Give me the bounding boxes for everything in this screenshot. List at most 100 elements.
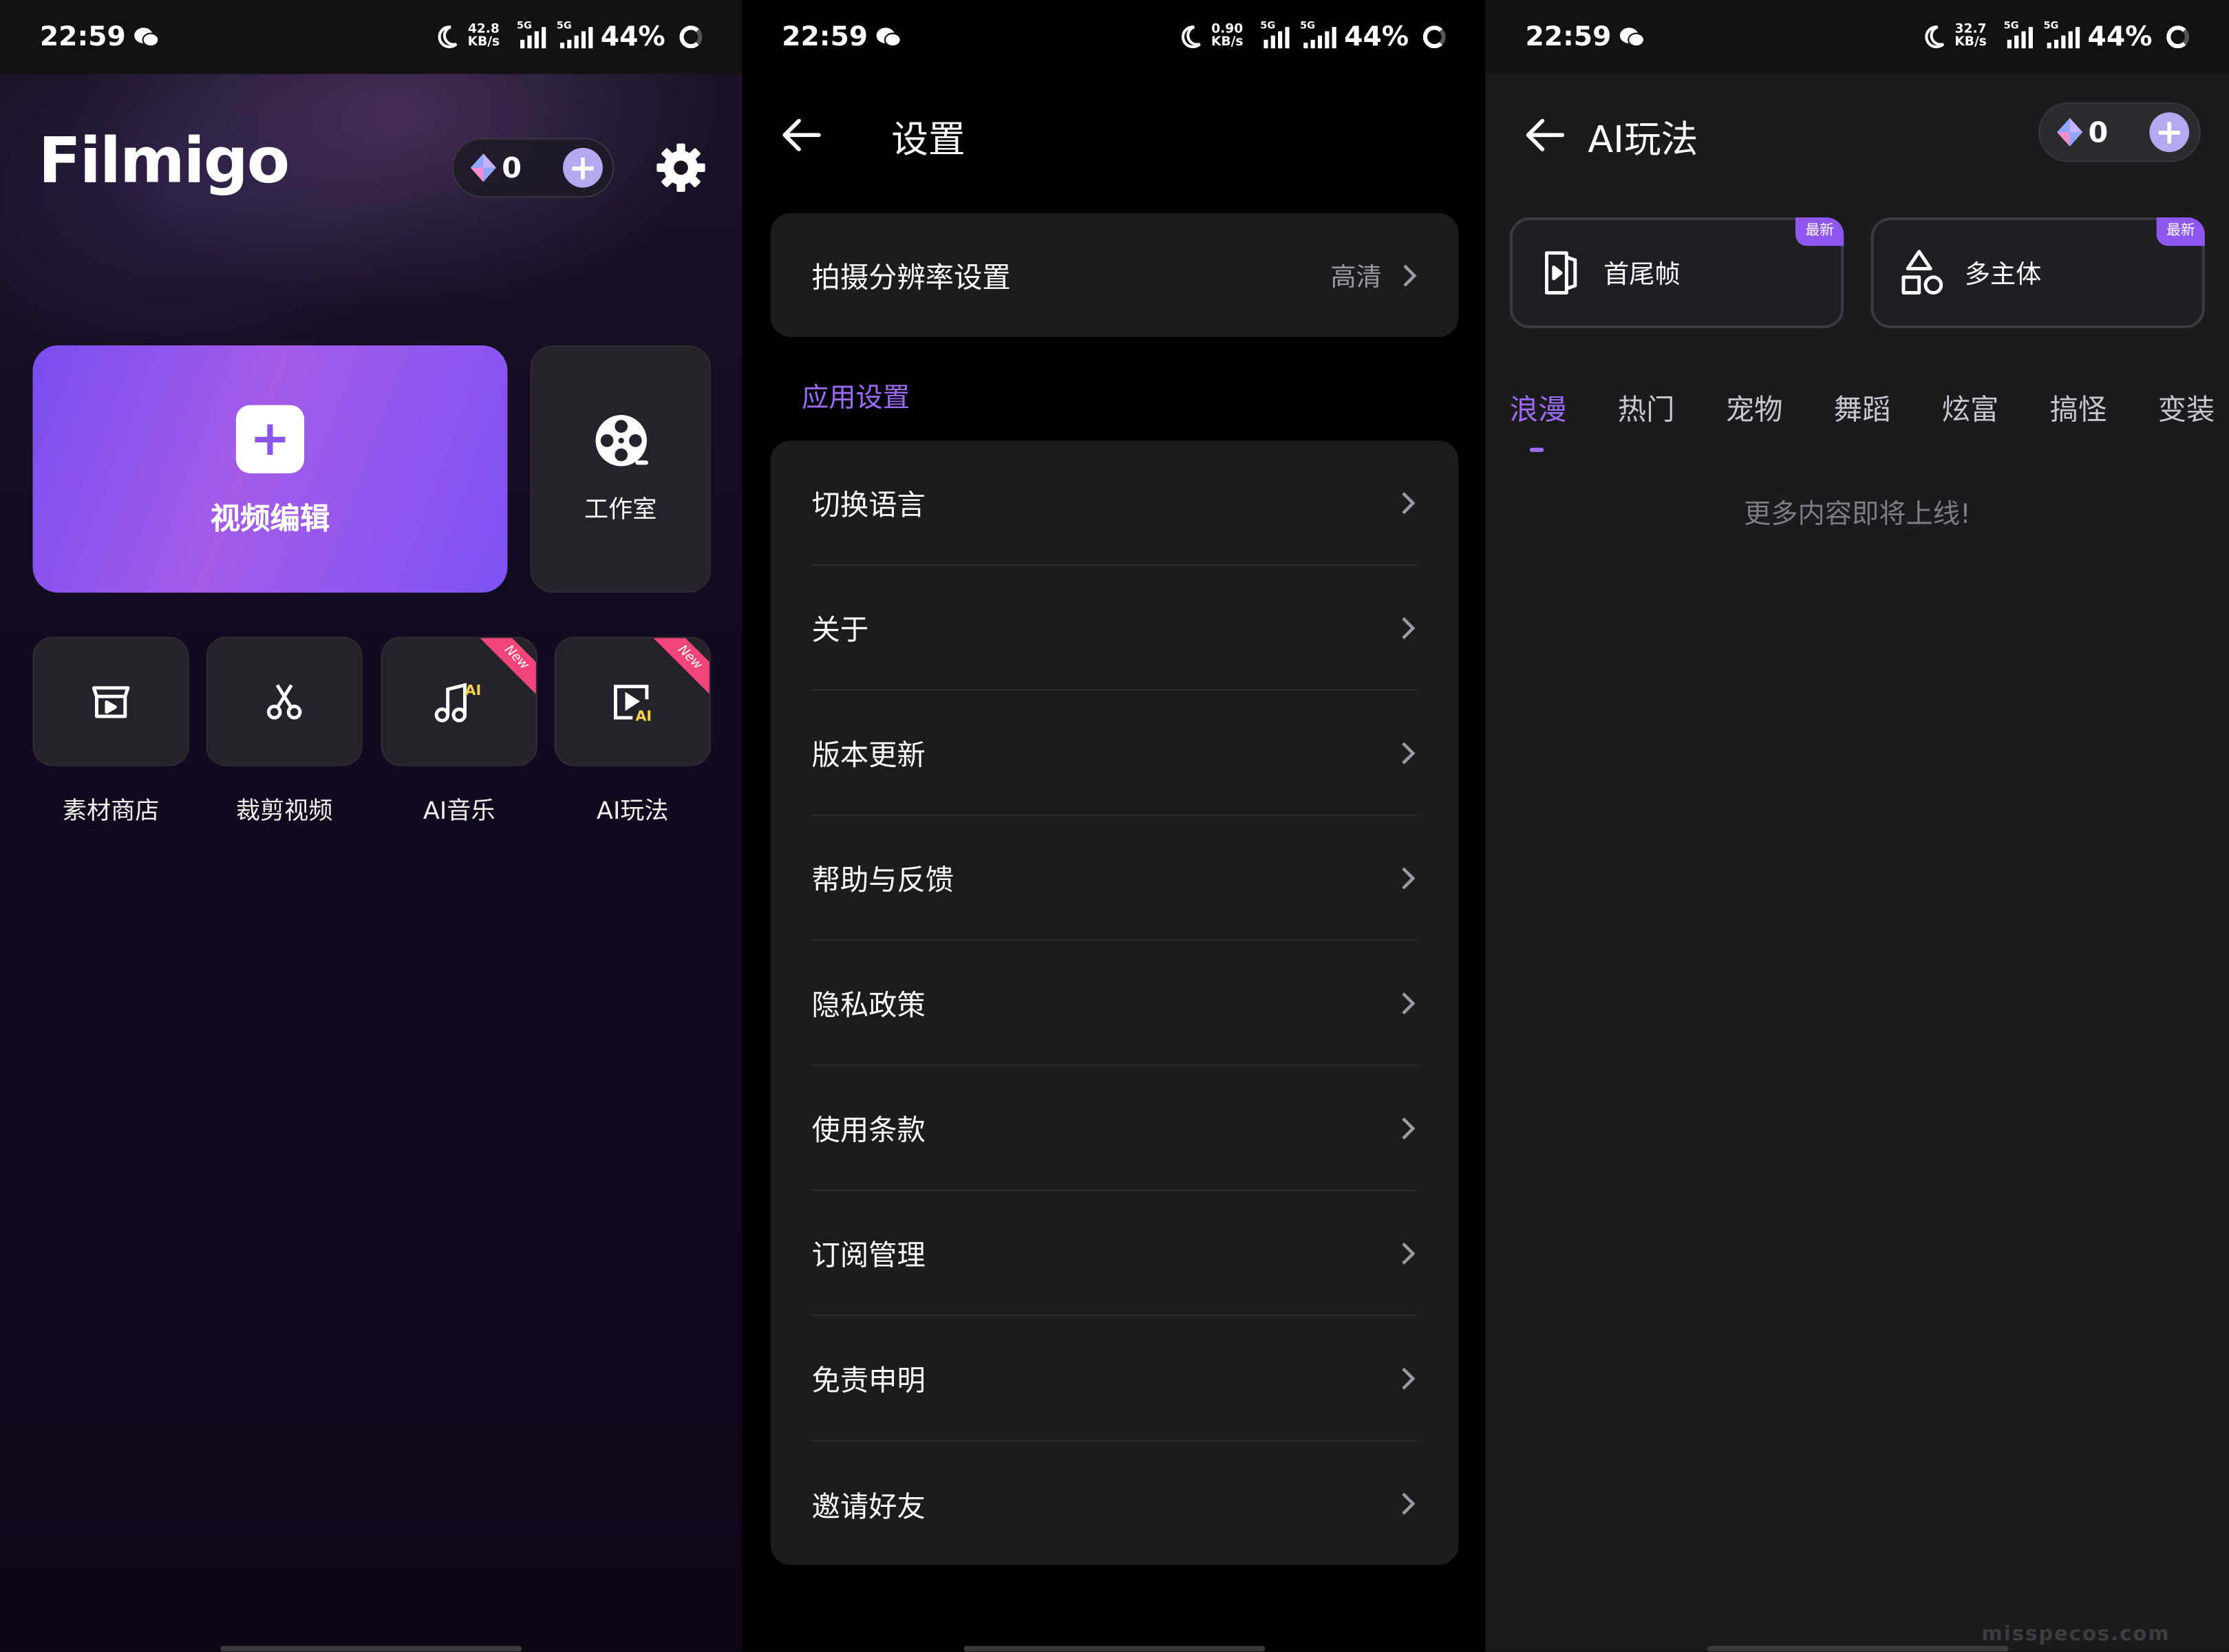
list-item-version-update[interactable]: 版本更新 — [811, 691, 1418, 816]
list-item-help-feedback[interactable]: 帮助与反馈 — [811, 816, 1418, 941]
svg-text:AI: AI — [635, 707, 652, 723]
new-ribbon: New — [480, 638, 536, 695]
ai-music-label: AI音乐 — [423, 797, 495, 826]
new-ribbon: New — [653, 638, 710, 695]
status-bar: 22:59 32.7 KB/s 5G 5G 44% — [1485, 0, 2229, 74]
video-edit-card[interactable]: + 视频编辑 — [32, 345, 508, 593]
tab-dance[interactable]: 舞蹈 — [1834, 387, 1891, 428]
diamond-icon — [470, 153, 496, 182]
screenshot-stage: 22:59 42.8 KB/s 5G 5G 44% Filmigo 0 + + … — [0, 0, 2229, 1652]
crop-video-button[interactable] — [206, 636, 363, 766]
battery-ring-icon — [1422, 25, 1446, 49]
list-item-subscription[interactable]: 订阅管理 — [811, 1191, 1418, 1316]
wechat-icon — [135, 28, 160, 47]
wechat-icon — [1620, 28, 1646, 47]
feature-multi-subject[interactable]: 多主体 最新 — [1870, 217, 2205, 329]
list-item-disclaimer[interactable]: 免责申明 — [811, 1316, 1418, 1441]
list-item-privacy-policy[interactable]: 隐私政策 — [811, 941, 1418, 1066]
home-screen: 22:59 42.8 KB/s 5G 5G 44% Filmigo 0 + + … — [0, 0, 743, 1652]
list-item-terms[interactable]: 使用条款 — [811, 1066, 1418, 1192]
ai-play-icon: AI — [613, 684, 652, 723]
chevron-right-icon — [1402, 1117, 1416, 1139]
video-edit-label: 视频编辑 — [210, 502, 330, 536]
home-indicator[interactable] — [963, 1646, 1266, 1652]
chevron-right-icon — [1402, 741, 1416, 764]
do-not-disturb-icon — [438, 25, 458, 49]
gear-icon[interactable] — [655, 142, 706, 193]
feature-first-last-frame[interactable]: 首尾帧 最新 — [1509, 217, 1844, 329]
tab-funny[interactable]: 搞怪 — [2050, 387, 2107, 428]
status-bar: 22:59 0.90 KB/s 5G 5G 44% — [742, 0, 1486, 74]
signal-icon-2: 5G — [1300, 20, 1336, 49]
resolution-value: 高清 — [1330, 262, 1382, 292]
chevron-right-icon — [1402, 616, 1416, 639]
ai-play-button[interactable]: AI New — [554, 636, 711, 766]
empty-state-message: 更多内容即将上线! — [1743, 499, 1971, 530]
item-label: 帮助与反馈 — [811, 862, 954, 897]
store-icon — [92, 685, 130, 718]
asset-store-button[interactable] — [32, 636, 189, 766]
signal-icon-2: 5G — [2043, 20, 2080, 49]
tab-flex[interactable]: 炫富 — [1942, 387, 1999, 428]
credit-count: 0 — [502, 150, 522, 185]
credit-balance[interactable]: 0 + — [451, 138, 615, 198]
signal-icon: 5G — [2004, 20, 2032, 49]
tab-popular[interactable]: 热门 — [1618, 387, 1675, 428]
ai-play-screen: 22:59 32.7 KB/s 5G 5G 44% AI玩法 0 + 首尾帧 最… — [1485, 0, 2229, 1652]
app-settings-section-title: 应用设置 — [802, 382, 910, 414]
item-label: 免责申明 — [811, 1363, 926, 1397]
asset-store-label: 素材商店 — [62, 797, 160, 826]
ai-music-button[interactable]: AI New — [381, 636, 537, 766]
plus-icon: + — [235, 405, 305, 473]
status-time: 22:59 — [39, 21, 126, 53]
film-reel-icon — [595, 415, 648, 466]
item-label: 邀请好友 — [811, 1488, 926, 1523]
ai-music-icon: AI — [434, 681, 481, 722]
signal-icon-2: 5G — [557, 20, 593, 49]
battery-level: 44% — [1344, 21, 1409, 53]
item-label: 使用条款 — [811, 1113, 926, 1148]
battery-level: 44% — [2087, 21, 2153, 53]
back-arrow-icon[interactable] — [780, 114, 823, 156]
chevron-right-icon — [1402, 866, 1416, 889]
svg-text:AI: AI — [465, 681, 481, 698]
tab-pets[interactable]: 宠物 — [1726, 387, 1783, 428]
diamond-icon — [2057, 118, 2083, 147]
status-time: 22:59 — [1525, 21, 1612, 53]
battery-ring-icon — [679, 25, 703, 49]
latest-badge: 最新 — [1795, 217, 1844, 246]
net-speed: 42.8 KB/s — [467, 23, 500, 50]
list-item-invite-friends[interactable]: 邀请好友 — [812, 1441, 1418, 1567]
item-label: 版本更新 — [811, 738, 926, 772]
back-arrow-icon[interactable] — [1524, 114, 1566, 156]
credit-count: 0 — [2088, 115, 2109, 149]
scissors-icon — [266, 683, 302, 719]
status-bar: 22:59 42.8 KB/s 5G 5G 44% — [0, 0, 743, 74]
home-indicator[interactable] — [220, 1646, 522, 1652]
do-not-disturb-icon — [1181, 25, 1201, 49]
add-credit-icon[interactable]: + — [563, 147, 603, 188]
add-credit-icon[interactable]: + — [2149, 112, 2190, 153]
active-tab-indicator — [1529, 447, 1544, 452]
signal-icon: 5G — [517, 20, 546, 49]
shapes-icon — [1901, 250, 1943, 295]
chevron-right-icon — [1402, 1366, 1416, 1389]
tab-costume[interactable]: 变装 — [2158, 387, 2215, 428]
latest-badge: 最新 — [2156, 217, 2205, 246]
tab-romance[interactable]: 浪漫 — [1510, 387, 1567, 428]
credit-balance[interactable]: 0 + — [2038, 102, 2201, 162]
home-indicator[interactable] — [1707, 1646, 2009, 1652]
list-item-language[interactable]: 切换语言 — [811, 440, 1418, 566]
studio-label: 工作室 — [584, 495, 657, 525]
resolution-label: 拍摄分辨率设置 — [811, 260, 1011, 294]
first-last-frame-icon — [1545, 251, 1577, 295]
page-title: 设置 — [891, 119, 966, 162]
item-label: 关于 — [811, 612, 869, 647]
battery-ring-icon — [2166, 25, 2190, 49]
studio-card[interactable]: 工作室 — [530, 345, 711, 593]
list-item-about[interactable]: 关于 — [811, 566, 1418, 691]
item-label: 订阅管理 — [811, 1238, 926, 1272]
resolution-setting-row[interactable]: 拍摄分辨率设置 高清 — [770, 213, 1459, 337]
ai-play-label: AI玩法 — [596, 797, 669, 826]
watermark: misspecos.com — [1981, 1623, 2171, 1646]
